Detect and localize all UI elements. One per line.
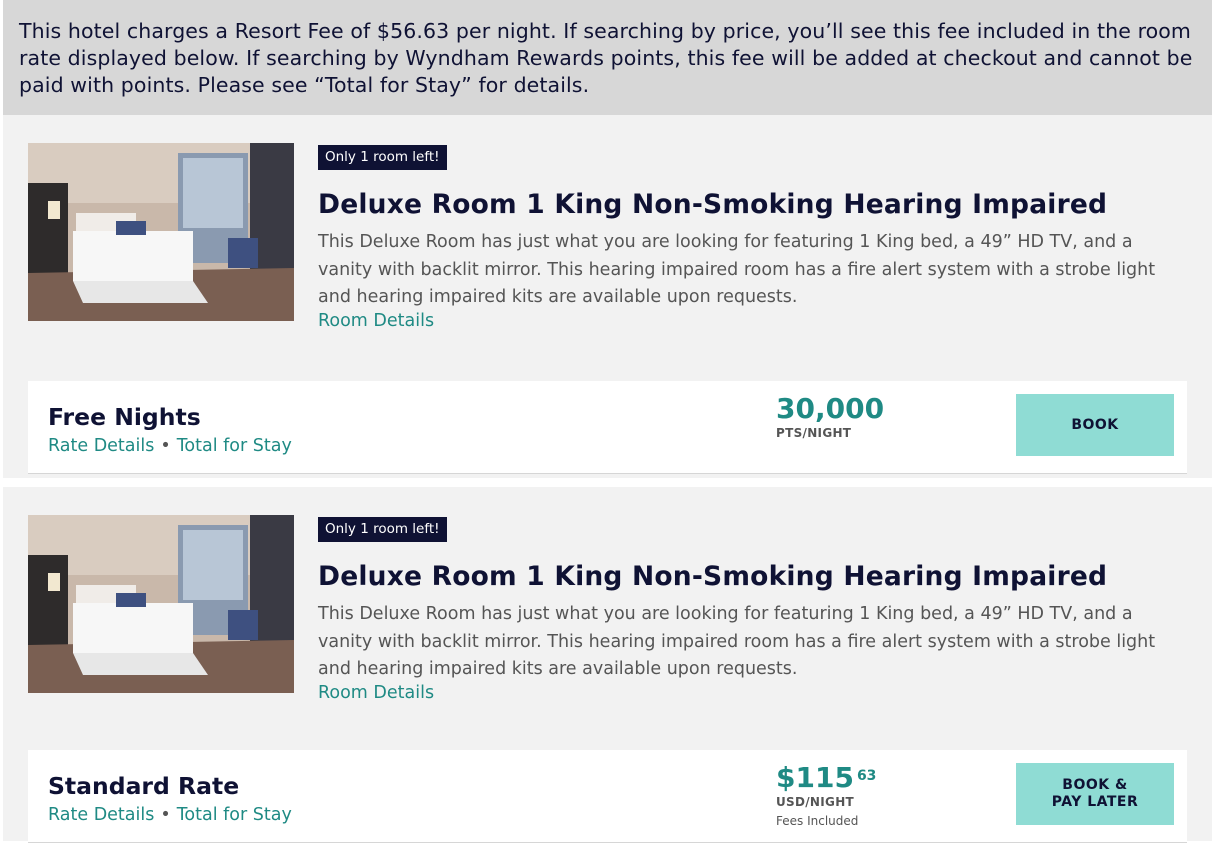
room-details-link[interactable]: Room Details: [318, 683, 434, 703]
rate-details-link[interactable]: Rate Details: [48, 436, 154, 456]
price-value: $115: [776, 761, 854, 794]
room-photo[interactable]: [28, 143, 294, 321]
resort-fee-notice-text: This hotel charges a Resort Fee of $56.6…: [19, 19, 1193, 97]
separator-dot: •: [160, 436, 171, 456]
book-pay-later-button[interactable]: BOOK & PAY LATER: [1016, 763, 1174, 825]
price-block: 30,000 PTS/NIGHT: [776, 392, 885, 441]
rate-row: Free Nights Rate Details • Total for Stay …: [28, 381, 1187, 474]
price-unit: PTS/NIGHT: [776, 426, 852, 440]
room-card: Only 1 room left! Deluxe Room 1 King Non…: [3, 115, 1212, 478]
separator-dot: •: [160, 805, 171, 825]
rate-name: Free Nights: [48, 403, 201, 431]
fees-included-note: Fees Included: [776, 814, 859, 828]
rate-name: Standard Rate: [48, 772, 240, 800]
room-title: Deluxe Room 1 King Non-Smoking Hearing I…: [318, 561, 1108, 592]
room-card: Only 1 room left! Deluxe Room 1 King Non…: [3, 487, 1212, 843]
room-description: This Deluxe Room has just what you are l…: [318, 604, 1156, 679]
resort-fee-notice: This hotel charges a Resort Fee of $56.6…: [3, 0, 1212, 115]
rate-details-link[interactable]: Rate Details: [48, 805, 154, 825]
book-button[interactable]: BOOK: [1016, 394, 1174, 456]
price-value-line: $115 63: [776, 762, 876, 794]
room-photo[interactable]: [28, 515, 294, 693]
rate-links: Rate Details • Total for Stay: [48, 436, 292, 456]
price-value: 30,000: [776, 392, 885, 425]
total-for-stay-link[interactable]: Total for Stay: [177, 436, 292, 456]
room-title: Deluxe Room 1 King Non-Smoking Hearing I…: [318, 189, 1108, 220]
price-unit: USD/NIGHT: [776, 795, 855, 809]
rate-links: Rate Details • Total for Stay: [48, 805, 292, 825]
availability-badge: Only 1 room left!: [318, 145, 447, 170]
total-for-stay-link[interactable]: Total for Stay: [177, 805, 292, 825]
availability-badge: Only 1 room left!: [318, 517, 447, 542]
rate-row: Standard Rate Rate Details • Total for Sta…: [28, 750, 1187, 843]
room-description: This Deluxe Room has just what you are l…: [318, 232, 1156, 307]
room-details-link[interactable]: Room Details: [318, 311, 434, 331]
price-cents: 63: [856, 768, 877, 784]
price-block: $115 63 USD/NIGHT Fees Included: [776, 762, 876, 829]
